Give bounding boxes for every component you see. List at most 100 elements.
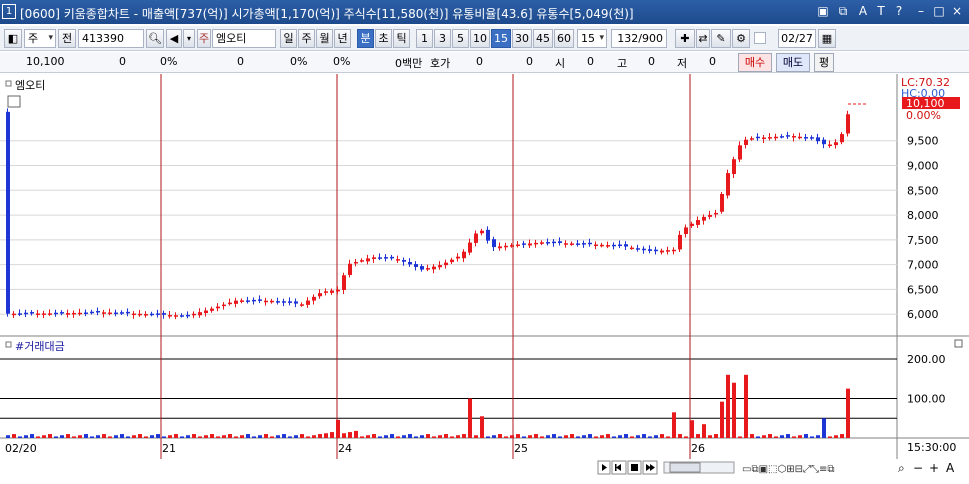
zoom-out-icon[interactable]: − xyxy=(913,461,923,475)
amount-bar xyxy=(588,434,592,438)
date-checkbox[interactable] xyxy=(754,32,766,44)
amount-bar xyxy=(288,436,292,438)
zoom-in-icon[interactable]: + xyxy=(929,461,939,475)
minimize-to-tray-icon[interactable]: ▣ xyxy=(816,4,830,18)
zoom-search-icon[interactable]: ⌕ xyxy=(898,461,905,475)
help-icon[interactable]: ? xyxy=(892,4,906,18)
amount-bar xyxy=(600,435,604,438)
panel-toggle-icon[interactable]: ◧ xyxy=(4,29,22,48)
chart-toolbar: ◧ 주 전 413390 🔍︎ ◀ ▾ 주 엠오티 일 주 월 년 분 초 틱 … xyxy=(0,26,969,51)
amount-bar xyxy=(750,434,754,438)
amount-bar xyxy=(534,434,538,438)
maximize-icon[interactable]: □ xyxy=(932,4,946,18)
pane-toggle-icon[interactable] xyxy=(5,80,12,87)
amount-bar xyxy=(762,435,766,438)
minute-3[interactable]: 3 xyxy=(434,29,451,48)
candle-body xyxy=(540,242,544,244)
avg-button[interactable]: 평 xyxy=(814,53,834,72)
minute-15[interactable]: 15 xyxy=(491,29,511,48)
amount-bar xyxy=(846,388,850,438)
candle-body xyxy=(474,233,478,243)
minimize-icon[interactable]: – xyxy=(914,4,928,18)
interval-minute[interactable]: 분 xyxy=(357,29,374,48)
volume-pct: 0% xyxy=(290,55,308,68)
minute-combo[interactable]: 15 xyxy=(577,29,607,48)
close-icon[interactable]: × xyxy=(950,4,964,18)
volume-pane-toggle-icon[interactable] xyxy=(5,341,12,348)
text-icon[interactable]: T xyxy=(874,4,888,18)
candle-body xyxy=(390,256,394,259)
candle-body xyxy=(450,259,454,263)
amount-bar xyxy=(834,435,838,438)
stock-flag-icon[interactable]: 주 xyxy=(197,29,211,48)
candle-body xyxy=(618,244,622,247)
candle-body xyxy=(54,312,58,315)
candle-body xyxy=(720,193,724,212)
count-field[interactable]: 132/900 xyxy=(611,29,667,48)
price-tick-label: 6,000 xyxy=(907,308,939,321)
minute-5[interactable]: 5 xyxy=(452,29,469,48)
pane-maximize-icon[interactable] xyxy=(954,339,963,348)
minute-10[interactable]: 10 xyxy=(470,29,490,48)
add-indicator-icon[interactable]: ✚ xyxy=(675,29,695,48)
calendar-icon[interactable]: ▦ xyxy=(818,29,836,48)
market-combo[interactable]: 주 xyxy=(24,29,56,48)
buy-button[interactable]: 매수 xyxy=(738,53,772,72)
scroll-thumb[interactable] xyxy=(669,462,701,473)
interval-month[interactable]: 월 xyxy=(316,29,333,48)
time-label: 15:30:00 xyxy=(907,441,956,454)
candle-body xyxy=(198,312,202,316)
price-tick-label: 6,500 xyxy=(907,283,939,296)
stock-name-field[interactable]: 엠오티 xyxy=(212,29,276,48)
date-field[interactable]: 02/27 xyxy=(778,29,816,48)
candle-chart[interactable]: 9,500 9,000 8,500 8,000 7,500 7,000 6,500 6,000… xyxy=(0,74,969,481)
candle-body xyxy=(66,313,70,315)
candle-body xyxy=(726,173,730,196)
candle-body xyxy=(558,241,562,243)
candle-body xyxy=(42,313,46,315)
sell-button[interactable]: 매도 xyxy=(776,53,810,72)
amount-bar xyxy=(48,434,52,438)
settings-gear-icon[interactable]: ⚙ xyxy=(732,29,750,48)
candle-body xyxy=(372,257,376,259)
font-size-icon[interactable]: A xyxy=(856,4,870,18)
candle-body xyxy=(360,260,364,262)
table-view-icon[interactable] xyxy=(7,95,21,108)
price-tick-label: 7,500 xyxy=(907,234,939,247)
link-window-icon[interactable]: ⧉ xyxy=(836,4,850,18)
speaker-dropdown-icon[interactable]: ▾ xyxy=(183,29,195,48)
chart-area[interactable]: 9,500 9,000 8,500 8,000 7,500 7,000 6,500 6,000… xyxy=(0,74,969,481)
interval-tick[interactable]: 틱 xyxy=(393,29,410,48)
candle-body xyxy=(30,312,34,314)
amount-bar xyxy=(156,434,160,438)
interval-day[interactable]: 일 xyxy=(280,29,297,48)
amount-bar xyxy=(498,434,502,438)
speaker-icon[interactable]: ◀ xyxy=(166,29,182,48)
minute-45[interactable]: 45 xyxy=(533,29,553,48)
amount-bar xyxy=(702,424,706,438)
zoom-tool-icons[interactable]: ▭⧉▣⬚⬡⊞⊟⤢⤡≡⧉ xyxy=(742,464,835,475)
font-size-small-icon[interactable]: A xyxy=(946,461,955,475)
candle-body xyxy=(810,137,814,139)
prev-button[interactable]: 전 xyxy=(58,29,76,48)
minute-30[interactable]: 30 xyxy=(512,29,532,48)
stock-code-input[interactable]: 413390 xyxy=(78,29,144,48)
amount-bar xyxy=(54,436,58,438)
candle-body xyxy=(258,299,262,301)
bid-value-1: 0 xyxy=(476,55,483,68)
amount-bar xyxy=(696,434,700,438)
search-icon[interactable]: 🔍︎ xyxy=(146,29,164,48)
interval-week[interactable]: 주 xyxy=(298,29,315,48)
change-pct: 0% xyxy=(160,55,178,68)
amount-bar xyxy=(810,436,814,438)
interval-year[interactable]: 년 xyxy=(334,29,351,48)
candle-body xyxy=(192,313,196,316)
drawing-tool-icon[interactable]: ✎ xyxy=(711,29,731,48)
amount-bar xyxy=(732,382,736,438)
candle-body xyxy=(456,256,460,259)
compare-icon[interactable]: ⇄ xyxy=(696,29,710,48)
interval-second[interactable]: 초 xyxy=(375,29,392,48)
minute-60[interactable]: 60 xyxy=(554,29,574,48)
minute-1[interactable]: 1 xyxy=(416,29,433,48)
candle-body xyxy=(36,313,40,315)
